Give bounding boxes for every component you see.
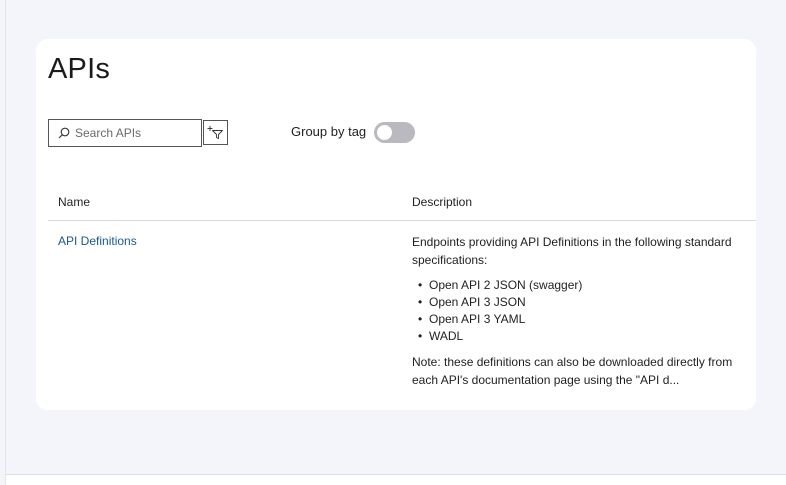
add-filter-icon bbox=[207, 126, 223, 139]
api-definitions-link[interactable]: API Definitions bbox=[58, 234, 137, 248]
list-item: Open API 3 YAML bbox=[412, 311, 742, 328]
list-item: Open API 2 JSON (swagger) bbox=[412, 277, 742, 294]
table-header-divider bbox=[48, 220, 756, 221]
description-intro: Endpoints providing API Definitions in t… bbox=[412, 235, 732, 267]
description-note: Note: these definitions can also be down… bbox=[412, 355, 733, 387]
search-input[interactable] bbox=[75, 126, 195, 140]
search-icon bbox=[58, 127, 70, 139]
group-by-tag-label: Group by tag bbox=[291, 124, 367, 139]
page: APIs Group by tag Name Description API D… bbox=[0, 0, 786, 485]
page-title: APIs bbox=[48, 53, 111, 85]
column-header-description: Description bbox=[412, 195, 473, 209]
group-by-tag-toggle[interactable] bbox=[374, 122, 415, 143]
column-header-name[interactable]: Name bbox=[58, 195, 90, 209]
list-item: WADL bbox=[412, 328, 742, 345]
search-box[interactable] bbox=[48, 119, 202, 147]
api-description: Endpoints providing API Definitions in t… bbox=[412, 233, 742, 389]
left-divider bbox=[5, 0, 6, 485]
toggle-knob bbox=[377, 125, 392, 140]
list-item: Open API 3 JSON bbox=[412, 294, 742, 311]
spec-list: Open API 2 JSON (swagger) Open API 3 JSO… bbox=[412, 277, 742, 345]
apis-card: APIs Group by tag Name Description API D… bbox=[36, 39, 756, 410]
footer-strip bbox=[6, 475, 786, 485]
add-filter-button[interactable] bbox=[203, 120, 228, 145]
